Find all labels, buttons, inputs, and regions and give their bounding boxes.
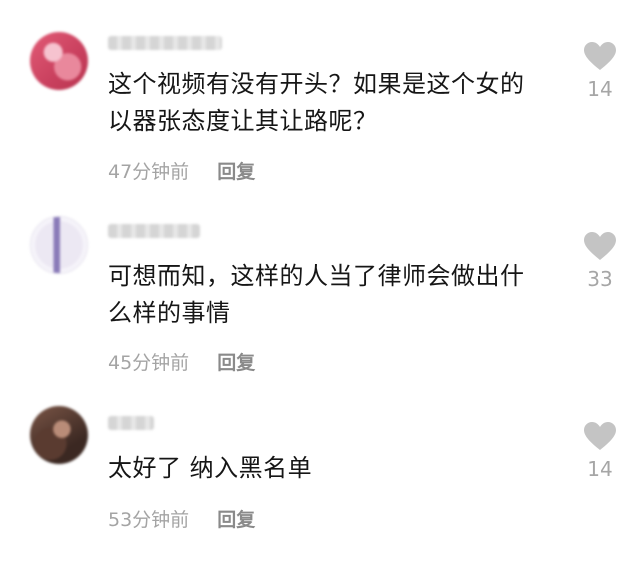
like-button[interactable]: 14 <box>578 42 622 101</box>
avatar[interactable] <box>30 216 88 274</box>
comment-text: 这个视频有没有开头？如果是这个女的以器张态度让其让路呢？ <box>108 70 525 135</box>
reply-button[interactable]: 回复 <box>217 161 255 183</box>
username-blurred[interactable] <box>108 36 222 50</box>
comment-meta: 45分钟前 回复 <box>108 348 255 375</box>
heart-icon <box>584 422 616 450</box>
reply-button[interactable]: 回复 <box>217 509 255 531</box>
like-button[interactable]: 14 <box>578 422 622 481</box>
avatar[interactable] <box>30 406 88 464</box>
comment-text: 可想而知，这样的人当了律师会做出什么样的事情 <box>108 262 525 327</box>
avatar[interactable] <box>30 32 88 90</box>
comment-text: 太好了 纳入黑名单 <box>108 454 313 482</box>
reply-button[interactable]: 回复 <box>217 352 255 374</box>
like-button[interactable]: 33 <box>578 232 622 291</box>
comment-timestamp: 47分钟前 <box>108 161 190 183</box>
comment-meta: 53分钟前 回复 <box>108 505 255 532</box>
heart-icon <box>584 42 616 70</box>
like-count: 14 <box>587 77 613 101</box>
comment-timestamp: 53分钟前 <box>108 509 190 531</box>
comment-meta: 47分钟前 回复 <box>108 157 255 184</box>
username-blurred[interactable] <box>108 416 154 430</box>
heart-icon <box>584 232 616 260</box>
comment-timestamp: 45分钟前 <box>108 352 190 374</box>
like-count: 33 <box>587 267 613 291</box>
username-blurred[interactable] <box>108 224 200 238</box>
like-count: 14 <box>587 457 613 481</box>
